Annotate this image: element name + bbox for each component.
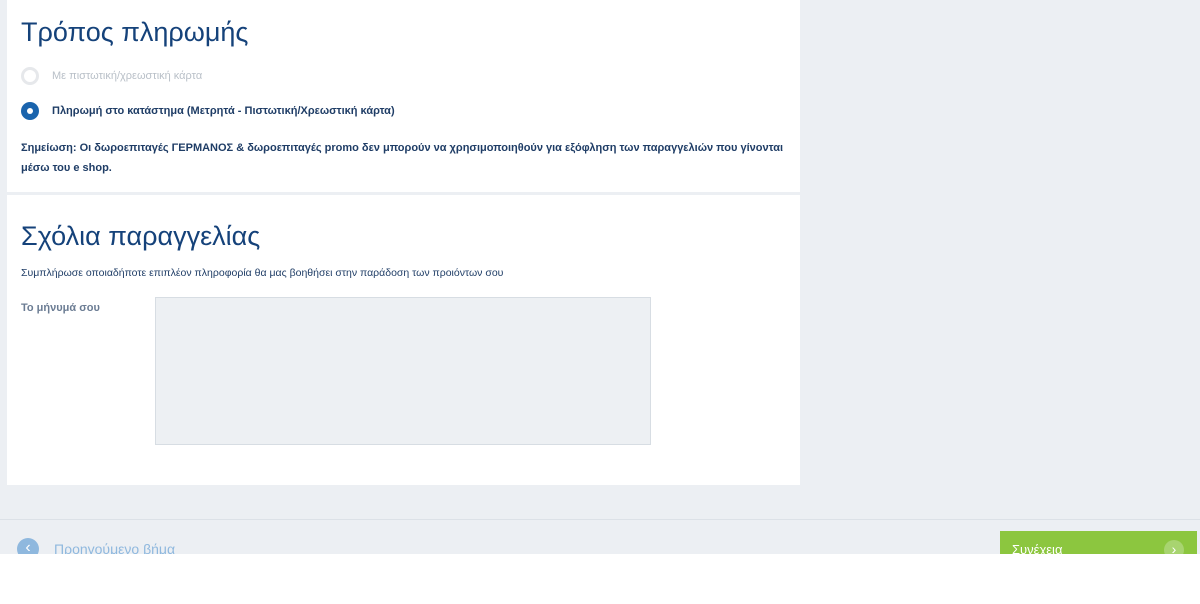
footer-divider <box>0 519 1200 520</box>
order-comments-title: Σχόλια παραγγελίας <box>21 221 261 251</box>
radio-checked[interactable] <box>21 102 39 120</box>
payment-option-store-label: Πληρωμή στο κατάστημα (Μετρητά - Πιστωτι… <box>52 105 395 117</box>
order-comments-section: Σχόλια παραγγελίας Συμπλήρωσε οποιαδήποτ… <box>7 195 800 485</box>
previous-step-button[interactable]: ‹ Προηγούμενο βήμα <box>17 538 175 554</box>
previous-step-label: Προηγούμενο βήμα <box>54 541 176 554</box>
payment-option-card-label: Με πιστωτική/χρεωστική κάρτα <box>52 70 203 82</box>
payment-note: Σημείωση: Οι δωροεπιταγές ΓΕΡΜΑΝΟΣ & δωρ… <box>21 142 784 174</box>
chevron-right-icon: › <box>1164 540 1184 554</box>
payment-option-store[interactable]: Πληρωμή στο κατάστημα (Μετρητά - Πιστωτι… <box>21 102 395 120</box>
continue-label: Συνέχεια <box>1012 542 1063 554</box>
payment-method-section: Τρόπος πληρωμής Με πιστωτική/χρεωστική κ… <box>7 0 800 192</box>
radio-unchecked[interactable] <box>21 67 39 85</box>
payment-method-title: Τρόπος πληρωμής <box>21 17 249 47</box>
checkout-page: Τρόπος πληρωμής Με πιστωτική/χρεωστική κ… <box>0 0 1200 554</box>
message-label: Το μήνυμά σου <box>21 302 100 314</box>
continue-button[interactable]: Συνέχεια › <box>1000 531 1197 554</box>
order-comments-helper: Συμπλήρωσε οποιαδήποτε επιπλέον πληροφορ… <box>21 267 504 279</box>
message-textarea[interactable] <box>155 297 651 445</box>
chevron-left-icon: ‹ <box>17 538 39 554</box>
payment-option-card[interactable]: Με πιστωτική/χρεωστική κάρτα <box>21 67 202 85</box>
